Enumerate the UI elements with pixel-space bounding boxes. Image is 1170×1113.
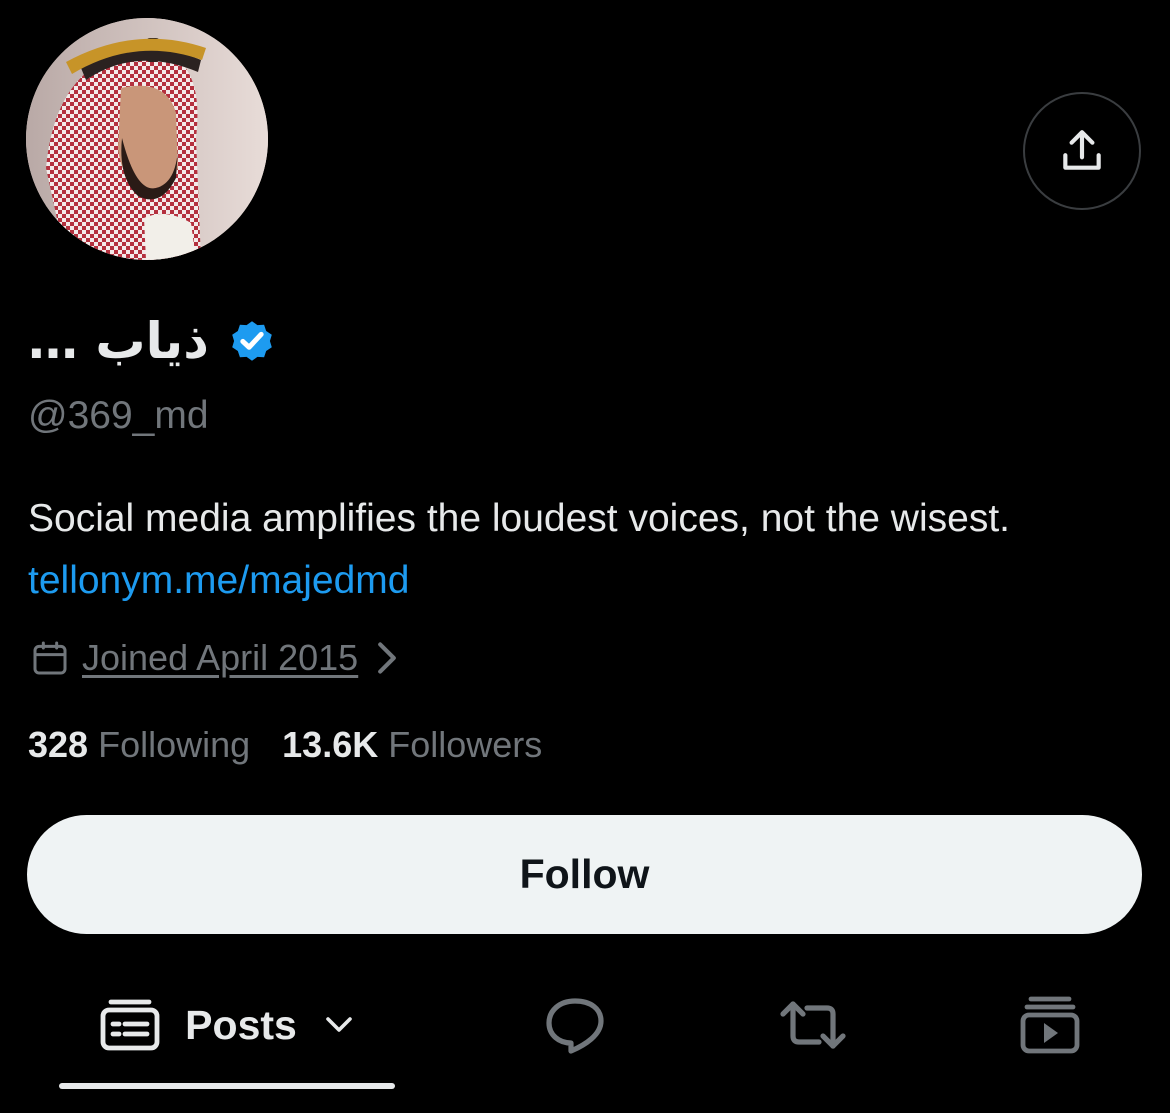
repost-icon (780, 1001, 846, 1049)
tab-replies[interactable] (520, 985, 630, 1065)
follow-stats: 328 Following 13.6K Followers (28, 720, 542, 770)
follow-button[interactable]: Follow (27, 815, 1142, 934)
followers-count: 13.6K (282, 724, 379, 765)
following-label: Following (98, 724, 251, 765)
following-count: 328 (28, 724, 89, 765)
bio-link[interactable]: tellonym.me/majedmd (28, 559, 409, 602)
joined-date-link[interactable]: Joined April 2015 (30, 632, 398, 684)
chevron-down-icon[interactable] (325, 1015, 353, 1035)
calendar-icon (33, 641, 67, 675)
display-name: ذياب … (28, 312, 209, 370)
joined-date: Joined April 2015 (82, 637, 359, 678)
tab-media[interactable] (995, 985, 1105, 1065)
following-link[interactable]: 328 Following (28, 724, 250, 766)
user-handle: @369_md (28, 394, 209, 437)
display-name-row: ذياب … (28, 306, 277, 376)
bio: Social media amplifies the loudest voice… (28, 488, 1128, 612)
tab-posts-label: Posts (185, 1001, 297, 1048)
media-icon (1020, 996, 1080, 1054)
bio-text: Social media amplifies the loudest voice… (28, 497, 1010, 540)
posts-icon (100, 999, 160, 1051)
share-button[interactable] (1023, 92, 1141, 210)
tab-reposts[interactable] (758, 985, 868, 1065)
avatar[interactable] (26, 18, 268, 260)
chevron-right-icon (378, 642, 397, 674)
avatar-image (26, 18, 268, 260)
verified-badge-icon[interactable] (227, 316, 277, 366)
active-tab-indicator (59, 1083, 395, 1089)
tab-posts[interactable]: Posts (58, 985, 394, 1065)
share-icon (1063, 130, 1101, 170)
followers-link[interactable]: 13.6K Followers (282, 724, 542, 766)
followers-label: Followers (388, 724, 543, 765)
reply-bubble-icon (546, 998, 604, 1054)
